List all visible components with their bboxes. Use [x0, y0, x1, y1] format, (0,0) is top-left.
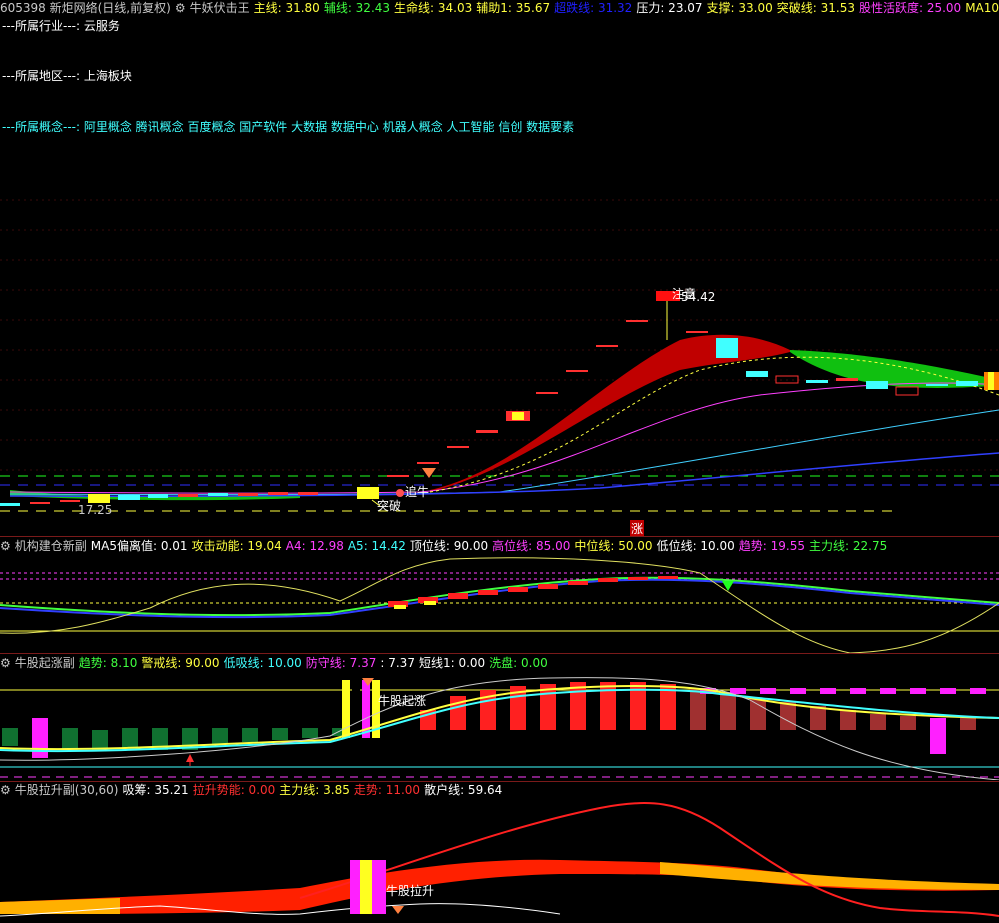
sub2-cap	[760, 688, 776, 694]
sub1-field-6: 中位线: 50.00	[574, 539, 653, 553]
sub2-bar	[840, 710, 856, 730]
sub2-field-2: 低吸线: 10.00	[223, 656, 302, 670]
sub2-bar	[720, 692, 736, 730]
sub1-field-8: 趋势: 19.55	[738, 539, 805, 553]
sub2-bar	[780, 702, 796, 730]
sub3-settings-icon[interactable]: ⚙	[0, 783, 11, 797]
sub2-bar	[272, 728, 288, 740]
sub2-bar	[302, 728, 318, 738]
sub1-field-3: A5: 14.42	[347, 539, 406, 553]
sub1-title[interactable]: 机构建仓新副	[15, 539, 87, 553]
sub3-chart[interactable]	[0, 798, 999, 923]
main-candlestick-chart[interactable]	[0, 0, 999, 520]
sub1-chart[interactable]	[0, 553, 999, 653]
sub2-cap	[880, 688, 896, 694]
sub2-signal-bar	[352, 680, 360, 738]
sub1-fields: MA5偏离值: 0.01 攻击动能: 19.04 A4: 12.98 A5: 14.4…	[91, 539, 891, 553]
sub2-bar	[62, 728, 78, 750]
sub1-field-0: MA5偏离值: 0.01	[90, 539, 188, 553]
sub1-field-1: 攻击动能: 19.04	[191, 539, 282, 553]
sub3-field-1: 拉升势能: 0.00	[192, 783, 276, 797]
sub2-fields: 趋势: 8.10 警戒线: 90.00 低吸线: 10.00 防守线: 7.37: 7…	[79, 656, 552, 670]
sub2-bar	[212, 728, 228, 744]
sub2-cap	[820, 688, 836, 694]
sub1-field-7: 低位线: 10.00	[656, 539, 735, 553]
zhang-label: 涨	[630, 520, 645, 537]
sub2-cap	[910, 688, 926, 694]
sub2-field-4: : 7.37	[380, 656, 415, 670]
sub3-field-0: 吸筹: 35.21	[122, 783, 189, 797]
sub2-settings-icon[interactable]: ⚙	[0, 656, 11, 670]
sub2-title[interactable]: 牛股起涨副	[15, 656, 75, 670]
sub2-bar	[930, 718, 946, 754]
sub2-annotation: 牛股起涨	[378, 694, 427, 708]
panel-divider-2	[0, 653, 999, 654]
sub2-field-5: 短线1: 0.00	[418, 656, 486, 670]
sub2-cap	[730, 688, 746, 694]
sub2-field-6: 洗盘: 0.00	[489, 656, 548, 670]
panel-divider	[0, 536, 999, 537]
sub2-cap	[850, 688, 866, 694]
sub2-field-1: 警戒线: 90.00	[141, 656, 220, 670]
sub2-bar	[2, 728, 18, 746]
sub2-bar	[960, 718, 976, 730]
sub2-cap	[970, 688, 986, 694]
chase-label: 追牛	[405, 485, 430, 499]
breakout-label: 突破	[377, 499, 402, 513]
sub3-field-3: 走势: 11.00	[353, 783, 421, 797]
sub1-field-2: A4: 12.98	[285, 539, 344, 553]
sub2-bar	[900, 716, 916, 730]
sub3-header: ⚙ 牛股拉升副(30,60) 吸筹: 35.21 拉升势能: 0.00 主力线: 3.8…	[0, 782, 510, 798]
sub3-field-4: 散户线: 59.64	[424, 783, 503, 797]
sub3-annotation: 牛股拉升	[386, 884, 435, 898]
sub1-field-5: 高位线: 85.00	[492, 539, 571, 553]
low-price-label: 17.25	[78, 503, 113, 517]
sub2-bar	[750, 698, 766, 730]
sub3-fields: 吸筹: 35.21 拉升势能: 0.00 主力线: 3.85 走势: 11.00 散户线…	[122, 783, 506, 797]
sub1-header: ⚙ 机构建仓新副 MA5偏离值: 0.01 攻击动能: 19.04 A4: 12.98 A…	[0, 538, 895, 554]
sub2-bar	[92, 730, 108, 750]
sub2-field-3: 防守线: 7.37	[305, 656, 377, 670]
sub3-field-2: 主力线: 3.85	[279, 783, 350, 797]
sub2-bar	[870, 714, 886, 730]
sub2-bar	[690, 688, 706, 730]
sub1-settings-icon[interactable]: ⚙	[0, 539, 11, 553]
sub1-field-4: 顶位线: 90.00	[409, 539, 489, 553]
peak-price-label: 54.42	[681, 290, 716, 304]
sub2-bar	[242, 728, 258, 742]
sub3-title[interactable]: 牛股拉升副(30,60)	[15, 783, 119, 797]
sub2-bar	[570, 682, 586, 730]
sub1-field-9: 主力线: 22.75	[809, 539, 888, 553]
sub2-cap	[790, 688, 806, 694]
sub2-bar	[810, 706, 826, 730]
sub2-chart[interactable]	[0, 670, 999, 780]
sub2-field-0: 趋势: 8.10	[78, 656, 138, 670]
sub2-header: ⚙ 牛股起涨副 趋势: 8.10 警戒线: 90.00 低吸线: 10.00 防守线: 7…	[0, 655, 556, 671]
sub2-cap	[940, 688, 956, 694]
